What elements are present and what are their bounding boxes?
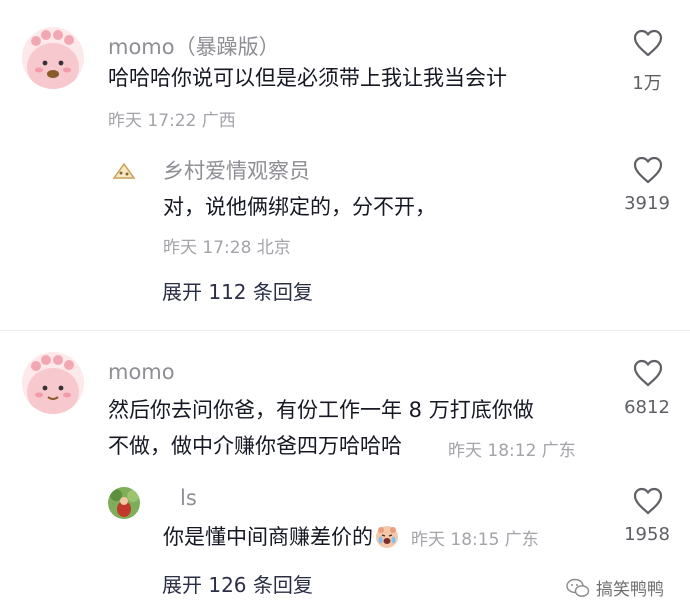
watermark: 搞笑鸭鸭	[566, 575, 664, 600]
watermark-text: 搞笑鸭鸭	[596, 580, 664, 600]
heart-outline-icon	[633, 359, 663, 387]
reply-meta: 昨天 17:28 北京	[163, 238, 291, 258]
heart-outline-icon	[633, 156, 663, 184]
comment-text-line-1: 然后你去问你爸，有份工作一年 8 万打底你做	[108, 398, 534, 422]
comment-meta: 昨天 17:22 广西	[108, 111, 236, 131]
reply-text: 你是懂中间商赚差价的	[163, 525, 373, 549]
reply-meta: 昨天 18:15 广东	[411, 529, 539, 550]
expand-replies-button[interactable]: 展开 112 条回复	[162, 276, 313, 305]
reply-text: 对，说他俩绑定的，分不开，	[163, 195, 436, 219]
avatar-reply-2[interactable]	[108, 487, 140, 519]
heart-outline-icon	[633, 29, 663, 57]
reply-username[interactable]: 乡村爱情观察员	[163, 155, 310, 185]
like-button[interactable]	[633, 156, 663, 188]
comment-username[interactable]: momo	[108, 360, 175, 384]
comment-meta: 昨天 18:12 广东	[448, 441, 576, 461]
like-count: 3919	[624, 193, 670, 214]
like-button[interactable]	[633, 359, 663, 391]
like-button[interactable]	[633, 29, 663, 61]
divider	[0, 330, 690, 331]
avatar-momo-1[interactable]	[22, 27, 84, 89]
wechat-logo-icon	[566, 578, 590, 597]
comment-username[interactable]: momo（暴躁版）	[108, 31, 280, 61]
reply-text-row: 你是懂中间商赚差价的 昨天 18:15 广东	[163, 520, 539, 554]
comment-text: 哈哈哈你说可以但是必须带上我让我当会计	[108, 66, 507, 90]
avatar-momo-2[interactable]	[22, 352, 84, 414]
heart-outline-icon	[633, 487, 663, 515]
expand-replies-button[interactable]: 展开 126 条回复	[162, 569, 313, 598]
like-count: 6812	[624, 397, 670, 418]
like-count: 1958	[624, 524, 670, 545]
like-count: 1万	[632, 73, 662, 94]
comment-text-line-2: 不做，做中介赚你爸四万哈哈哈	[108, 434, 402, 458]
like-button[interactable]	[633, 487, 663, 519]
avatar-reply-1[interactable]	[108, 156, 140, 188]
crying-face-emoji-icon	[376, 526, 398, 548]
reply-username[interactable]: ls	[180, 486, 197, 510]
